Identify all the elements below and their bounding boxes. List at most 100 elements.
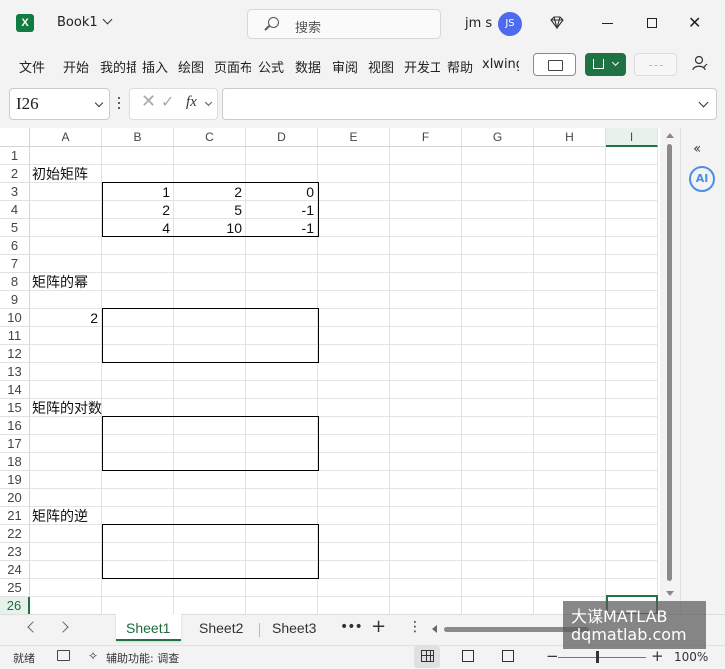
- column-header-d[interactable]: D: [246, 128, 318, 147]
- row-header-24[interactable]: 24: [0, 561, 30, 579]
- person-feedback-icon[interactable]: [692, 55, 708, 71]
- zoom-slider-thumb[interactable]: [596, 651, 599, 663]
- zoom-slider[interactable]: [558, 657, 646, 658]
- row-header-18[interactable]: 18: [0, 453, 30, 471]
- row-header-19[interactable]: 19: [0, 471, 30, 489]
- scroll-left-icon[interactable]: [432, 625, 437, 633]
- zoom-out-button[interactable]: −: [546, 647, 559, 665]
- collapse-panel-icon[interactable]: ‹‹: [693, 141, 701, 157]
- row-header-25[interactable]: 25: [0, 579, 30, 597]
- tab-page-layout[interactable]: 页面布: [214, 57, 251, 76]
- tab-data[interactable]: 数据: [295, 57, 323, 76]
- scroll-thumb[interactable]: [667, 144, 672, 581]
- row-header-10[interactable]: 10: [0, 309, 30, 327]
- cell-a15[interactable]: 矩阵的对数: [30, 399, 102, 417]
- chevron-down-icon[interactable]: [204, 98, 213, 107]
- tab-xlwings[interactable]: xlwing: [482, 57, 519, 72]
- row-header-8[interactable]: 8: [0, 273, 30, 291]
- chevron-down-icon[interactable]: [698, 97, 709, 108]
- row-header-4[interactable]: 4: [0, 201, 30, 219]
- formula-buttons: ✕ ✓ fx: [129, 88, 218, 120]
- row-header-5[interactable]: 5: [0, 219, 30, 237]
- check-icon[interactable]: ✓: [161, 92, 174, 111]
- maximize-icon[interactable]: [647, 18, 657, 28]
- row-header-12[interactable]: 12: [0, 345, 30, 363]
- tab-file[interactable]: 文件: [19, 57, 47, 76]
- row-header-14[interactable]: 14: [0, 381, 30, 399]
- accessibility-status[interactable]: 辅助功能: 调查: [106, 650, 179, 666]
- ai-assistant-icon[interactable]: AI: [689, 166, 715, 192]
- tab-help[interactable]: 帮助: [447, 57, 475, 76]
- row-header-13[interactable]: 13: [0, 363, 30, 381]
- macro-record-icon[interactable]: [57, 650, 70, 661]
- premium-diamond-icon[interactable]: [550, 16, 564, 29]
- search-box[interactable]: 搜索: [247, 9, 441, 39]
- tab-my-addins[interactable]: 我的插: [100, 57, 136, 76]
- tab-formulas[interactable]: 公式: [258, 57, 286, 76]
- scroll-down-icon[interactable]: [666, 591, 674, 596]
- sheet-tab-2[interactable]: Sheet2: [199, 620, 243, 636]
- page-break-view-icon[interactable]: [502, 650, 514, 662]
- search-placeholder: 搜索: [295, 21, 322, 36]
- vertical-scrollbar[interactable]: [660, 128, 679, 614]
- row-header-20[interactable]: 20: [0, 489, 30, 507]
- accessibility-icon[interactable]: ✧: [88, 649, 98, 663]
- cell-a8[interactable]: 矩阵的幂: [30, 273, 88, 291]
- page-layout-view-icon[interactable]: [462, 650, 474, 662]
- sheet-tab-3[interactable]: Sheet3: [272, 620, 316, 636]
- column-header-i[interactable]: I: [606, 128, 658, 147]
- cell-a21[interactable]: 矩阵的逆: [30, 507, 88, 525]
- row-header-16[interactable]: 16: [0, 417, 30, 435]
- row-header-7[interactable]: 7: [0, 255, 30, 273]
- zoom-in-button[interactable]: +: [651, 647, 664, 665]
- minimize-icon[interactable]: [602, 23, 613, 24]
- more-sheets-icon[interactable]: •••: [340, 619, 363, 635]
- more-options-icon[interactable]: [118, 97, 121, 111]
- row-header-17[interactable]: 17: [0, 435, 30, 453]
- cell-a2[interactable]: 初始矩阵: [30, 165, 88, 183]
- add-sheet-button[interactable]: +: [371, 616, 386, 637]
- tab-developer[interactable]: 开发工: [404, 57, 440, 76]
- column-header-g[interactable]: G: [462, 128, 534, 147]
- share-button[interactable]: [585, 53, 626, 76]
- column-header-c[interactable]: C: [174, 128, 246, 147]
- select-all-corner[interactable]: [0, 128, 30, 147]
- name-box[interactable]: I26: [9, 88, 110, 120]
- row-header-22[interactable]: 22: [0, 525, 30, 543]
- row-header-21[interactable]: 21: [0, 507, 30, 525]
- insert-function-icon[interactable]: fx: [186, 94, 197, 111]
- row-header-2[interactable]: 2: [0, 165, 30, 183]
- row-header-9[interactable]: 9: [0, 291, 30, 309]
- normal-view-icon[interactable]: [421, 650, 434, 662]
- row-header-15[interactable]: 15: [0, 399, 30, 417]
- zoom-level[interactable]: 100%: [674, 650, 708, 664]
- tab-insert[interactable]: 插入: [142, 57, 170, 76]
- row-header-3[interactable]: 3: [0, 183, 30, 201]
- row-header-6[interactable]: 6: [0, 237, 30, 255]
- avatar[interactable]: JS: [498, 12, 522, 36]
- sheet-tab-1[interactable]: Sheet1: [126, 620, 170, 636]
- comments-button[interactable]: [533, 53, 576, 76]
- scroll-up-icon[interactable]: [666, 133, 674, 138]
- chevron-down-icon[interactable]: [94, 98, 104, 108]
- sheet-options-icon[interactable]: ⋮: [408, 619, 422, 635]
- cancel-icon[interactable]: ✕: [141, 91, 156, 112]
- column-header-h[interactable]: H: [534, 128, 606, 147]
- cell-a10[interactable]: 2: [30, 309, 102, 327]
- column-header-f[interactable]: F: [390, 128, 462, 147]
- formula-input[interactable]: [222, 88, 717, 120]
- tab-view[interactable]: 视图: [368, 57, 396, 76]
- tab-review[interactable]: 审阅: [332, 57, 360, 76]
- row-header-26[interactable]: 26: [0, 597, 30, 614]
- row-header-1[interactable]: 1: [0, 147, 30, 165]
- spreadsheet-grid[interactable]: A B C D E F G H I 1 2 3 4 5 6 7 8 9 10 11 12 13 14 15 16 17 18 19 20…: [0, 128, 669, 614]
- document-title[interactable]: Book1: [57, 14, 113, 30]
- column-header-e[interactable]: E: [318, 128, 390, 147]
- tab-home[interactable]: 开始: [63, 57, 91, 76]
- row-header-11[interactable]: 11: [0, 327, 30, 345]
- row-header-23[interactable]: 23: [0, 543, 30, 561]
- column-header-a[interactable]: A: [30, 128, 102, 147]
- column-header-b[interactable]: B: [102, 128, 174, 147]
- tab-draw[interactable]: 绘图: [178, 57, 206, 76]
- close-icon[interactable]: ✕: [688, 13, 701, 32]
